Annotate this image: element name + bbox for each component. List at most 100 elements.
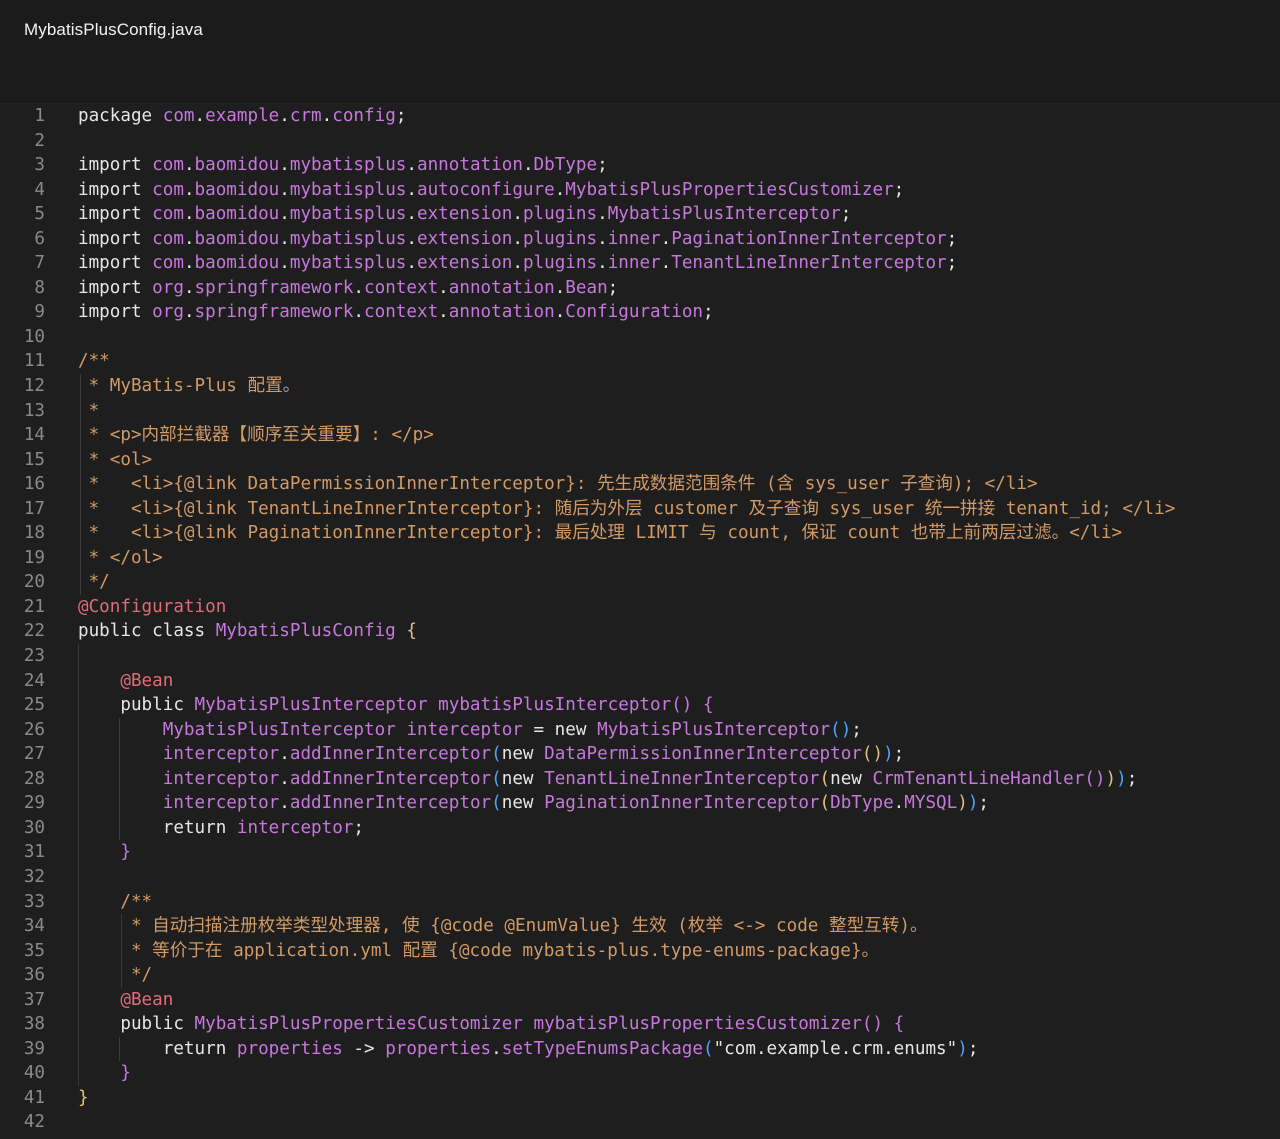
line-code: * 自动扫描注册枚举类型处理器, 使 {@code @EnumValue} 生效… (78, 914, 928, 939)
code-token: . (321, 106, 333, 126)
code-token: import (78, 155, 153, 176)
line-code: } (78, 840, 131, 865)
code-line[interactable]: 32 (0, 864, 1280, 890)
code-lines-container: 1 package com.example.crm.config; 2 3 import… (0, 104, 1280, 1135)
code-token: . (194, 106, 206, 126)
code-line[interactable]: 34 * 自动扫描注册枚举类型处理器, 使 {@code @EnumValue}… (0, 914, 1280, 939)
code-line[interactable]: 4 import com.baomidou.mybatisplus.autocon… (0, 178, 1280, 203)
line-code: import org.springframework.context.annot… (78, 276, 618, 301)
code-token: interceptor (162, 793, 280, 814)
code-token: () { (671, 695, 714, 716)
code-token: = new (522, 719, 598, 740)
code-line[interactable]: 22 public class MybatisPlusConfig { (0, 619, 1280, 644)
line-code: return interceptor; (78, 816, 364, 841)
code-token: MybatisPlusInterceptor (162, 719, 407, 740)
code-line[interactable]: 7 import com.baomidou.mybatisplus.extensi… (0, 251, 1280, 276)
code-line[interactable]: 30 return interceptor; (0, 815, 1280, 841)
code-line[interactable]: 39 return properties -> properties.setTy… (0, 1036, 1280, 1062)
code-line[interactable]: 18 * <li>{@link PaginationInnerIntercept… (0, 521, 1280, 546)
code-line[interactable]: 11 /** (0, 349, 1280, 374)
code-token: ; (946, 253, 958, 274)
file-tab-title[interactable]: MybatisPlusConfig.java (24, 20, 203, 40)
code-line[interactable]: 35 * 等价于在 application.yml 配置 {@code myba… (0, 938, 1280, 964)
code-line[interactable]: 36 */ (0, 963, 1280, 988)
code-line[interactable]: 40 } (0, 1061, 1280, 1086)
code-line[interactable]: 23 (0, 644, 1280, 669)
code-line[interactable]: 14 * <p>内部拦截器【顺序至关重要】: </p> (0, 423, 1280, 448)
code-token: @Configuration (78, 596, 227, 617)
code-line[interactable]: 38 public MybatisPlusPropertiesCustomize… (0, 1012, 1280, 1037)
code-token: ( (491, 793, 502, 814)
code-token: * (78, 400, 100, 421)
code-line[interactable]: 31 } (0, 840, 1280, 865)
code-token: . (554, 302, 566, 323)
code-token: . (279, 155, 290, 176)
code-line[interactable]: 42 (0, 1110, 1280, 1135)
line-number: 35 (23, 940, 45, 961)
code-line[interactable]: 19 * </ol> (0, 545, 1280, 571)
line-number: 10 (23, 326, 45, 347)
code-token: new (501, 793, 545, 814)
line-code: */ (78, 570, 110, 595)
code-token: addInnerInterceptor (289, 768, 492, 789)
code-line[interactable]: 3 import com.baomidou.mybatisplus.annotat… (0, 153, 1280, 178)
code-line[interactable]: 29 interceptor.addInnerInterceptor(new P… (0, 791, 1280, 816)
code-token: com (152, 204, 184, 225)
code-token: . (406, 228, 417, 249)
code-line[interactable]: 24 @Bean (0, 668, 1280, 694)
code-token: ; (353, 817, 365, 838)
code-token: . (522, 155, 534, 176)
code-token: crm (289, 106, 322, 126)
code-token: ; (1126, 768, 1138, 789)
code-token: import (78, 228, 153, 249)
code-token: interceptor (236, 817, 354, 838)
code-token: * <li>{@link TenantLineInnerInterceptor}… (78, 498, 1176, 519)
line-code: public class MybatisPlusConfig { (78, 619, 417, 644)
code-token: org (152, 302, 184, 323)
code-token: ; (893, 744, 905, 765)
code-line[interactable]: 8 import org.springframework.context.anno… (0, 276, 1280, 301)
code-line[interactable]: 41} (0, 1086, 1280, 1111)
code-token: DbType (533, 155, 598, 176)
code-token: */ (78, 965, 153, 986)
code-line[interactable]: 9 import org.springframework.context.anno… (0, 300, 1280, 325)
line-number: 38 (23, 1014, 45, 1035)
code-editor[interactable]: 1 package com.example.crm.config; 2 3 import… (0, 104, 1280, 1139)
code-line[interactable]: 16 * <li>{@link DataPermissionInnerInter… (0, 472, 1280, 497)
code-token: com (152, 228, 184, 249)
code-line[interactable]: 20 */ (0, 570, 1280, 595)
indent-guide (78, 644, 79, 669)
code-line[interactable]: 28 interceptor.addInnerInterceptor(new T… (0, 766, 1280, 792)
line-code: } (78, 1061, 131, 1086)
code-line[interactable]: 15 * <ol> (0, 447, 1280, 473)
code-line[interactable]: 12 * MyBatis-Plus 配置。 (0, 374, 1280, 399)
code-token: ; (893, 179, 905, 200)
code-token: inner (607, 228, 661, 249)
line-number: 6 (34, 228, 45, 249)
code-token: { (406, 621, 417, 642)
code-line[interactable]: 10 (0, 325, 1280, 350)
code-line[interactable]: 13 * (0, 398, 1280, 424)
code-token: annotation (448, 302, 555, 323)
code-line[interactable]: 37 @Bean (0, 987, 1280, 1013)
code-line[interactable]: 26 MybatisPlusInterceptor interceptor = … (0, 717, 1280, 743)
code-token: interceptor (162, 768, 280, 789)
code-token: ; (597, 155, 608, 176)
code-token: plugins (522, 228, 598, 249)
code-token: baomidou (194, 179, 280, 200)
code-line[interactable]: 27 interceptor.addInnerInterceptor(new D… (0, 742, 1280, 767)
line-number: 8 (34, 277, 45, 298)
code-token: properties (385, 1038, 492, 1059)
code-token: com (162, 106, 195, 126)
code-line[interactable]: 33 /** (0, 889, 1280, 915)
code-line[interactable]: 21 @Configuration (0, 595, 1280, 620)
code-line[interactable]: 2 (0, 129, 1280, 154)
code-line[interactable]: 25 public MybatisPlusInterceptor mybatis… (0, 693, 1280, 718)
code-line[interactable]: 6 import com.baomidou.mybatisplus.extensi… (0, 227, 1280, 252)
code-line[interactable]: 5 import com.baomidou.mybatisplus.extensi… (0, 202, 1280, 227)
code-line[interactable]: 1 package com.example.crm.config; (0, 104, 1280, 129)
code-token: mybatisPlusInterceptor (438, 695, 672, 716)
code-line[interactable]: 17 * <li>{@link TenantLineInnerIntercept… (0, 496, 1280, 522)
code-token: * </ol> (78, 547, 163, 568)
